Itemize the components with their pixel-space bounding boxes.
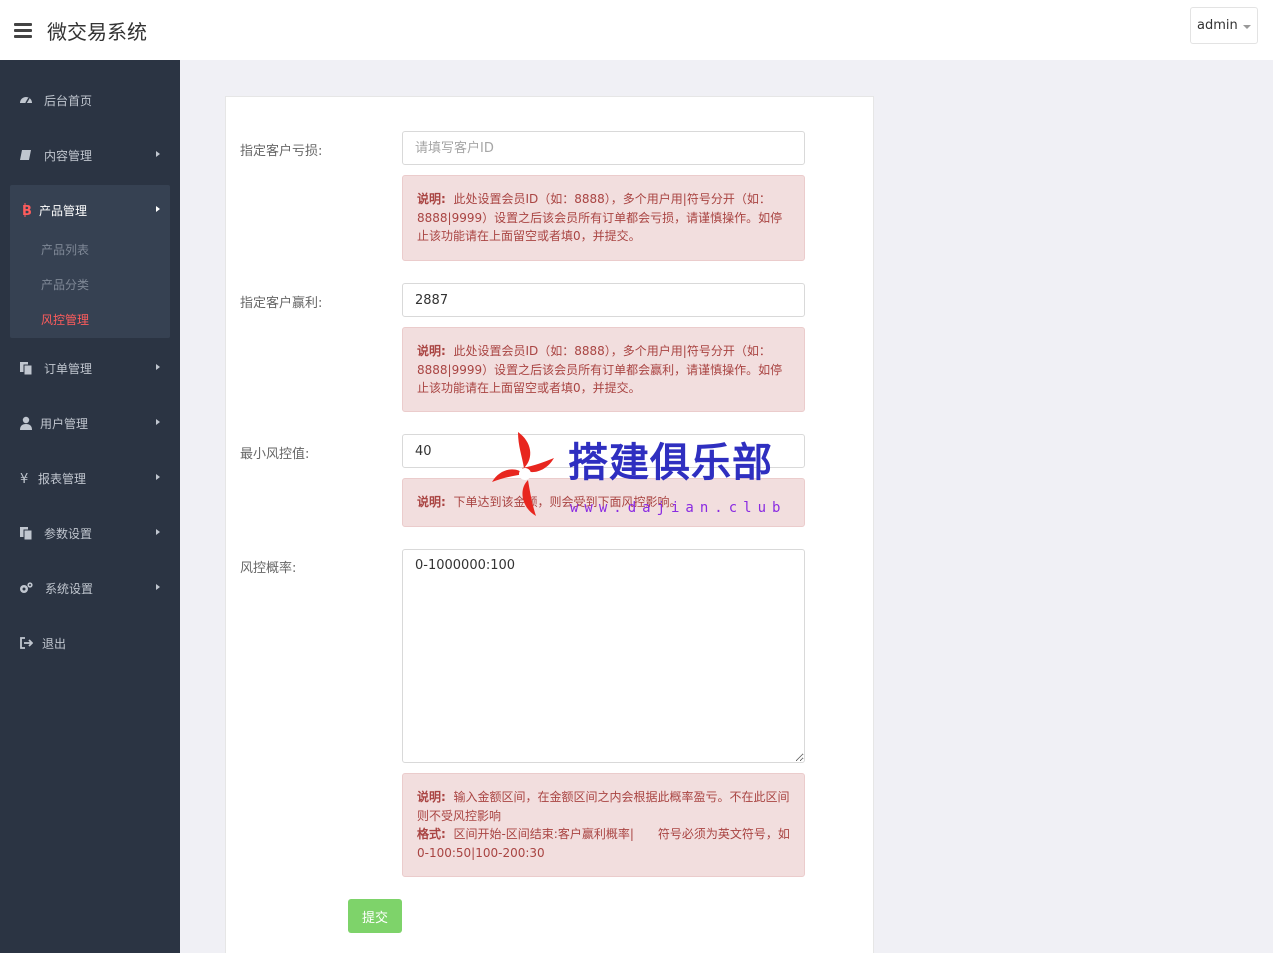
sidebar-item-users[interactable]: 用户管理 [0,403,180,443]
chevron-right-icon [156,206,160,212]
note-title: 说明: [417,790,446,804]
user-icon [20,416,32,430]
win-customer-label: 指定客户赢利: [240,296,323,311]
note-text: 下单达到该金额，则会受到下面风控影响。 [453,495,682,509]
sidebar-item-label: 退出 [42,637,67,651]
sidebar-item-label: 参数设置 [44,527,93,541]
chevron-right-icon [156,474,160,480]
loss-note-alert: 说明: 此处设置会员ID（如：8888），多个用户用|符号分开（如：8888|9… [402,175,805,261]
note-text: 此处设置会员ID（如：8888），多个用户用|符号分开（如：8888|9999）… [417,192,783,243]
sidebar-item-products[interactable]: B 产品管理 [10,190,170,230]
user-dropdown[interactable]: admin [1190,7,1258,44]
format-title: 格式: [417,827,446,841]
sidebar-group-products: B 产品管理 产品列表 产品分类 风控管理 [10,185,170,338]
min-risk-label: 最小风控值: [240,447,310,462]
dashboard-icon [20,97,32,104]
sidebar-item-label: 用户管理 [40,417,89,431]
book-icon [20,150,31,160]
app-title: 微交易系统 [47,20,147,44]
copy-icon [20,527,33,540]
chevron-right-icon [156,419,160,425]
top-header: 微交易系统 admin [0,0,1273,60]
win-note-alert: 说明: 此处设置会员ID（如：8888），多个用户用|符号分开（如：8888|9… [402,327,805,412]
win-customer-input[interactable] [402,283,805,317]
note-title: 说明: [417,344,446,358]
loss-customer-label: 指定客户亏损: [240,144,323,159]
note-title: 说明: [417,495,446,509]
caret-down-icon [1243,25,1251,29]
sidebar-item-reports[interactable]: ¥ 报表管理 [0,458,180,498]
sidebar-item-label: 后台首页 [44,94,93,108]
sidebar-item-system[interactable]: 系统设置 [0,568,180,608]
rate-note-alert: 说明: 输入金额区间，在金额区间之内会根据此概率盈亏。不在此区间则不受风控影响 … [402,773,805,877]
sidebar-item-content[interactable]: 内容管理 [0,135,180,175]
svg-text:B: B [22,204,32,217]
sign-out-icon [20,637,33,649]
sidebar-item-orders[interactable]: 订单管理 [0,348,180,388]
sidebar-item-dashboard[interactable]: 后台首页 [0,80,180,120]
sidebar-item-label: 报表管理 [38,472,87,486]
sidebar-item-logout[interactable]: 退出 [0,623,180,663]
submit-button[interactable]: 提交 [348,899,402,933]
bitcoin-icon: B [22,203,32,217]
chevron-right-icon [156,584,160,590]
note-title: 说明: [417,192,446,206]
sidebar-sub-risk-control[interactable]: 风控管理 [41,311,89,328]
sidebar-item-label: 产品管理 [39,204,88,218]
copy-icon [20,362,33,375]
menu-toggle-icon[interactable] [14,23,32,38]
sidebar-sub-product-category[interactable]: 产品分类 [41,276,89,293]
chevron-right-icon [156,364,160,370]
sidebar-item-label: 内容管理 [44,149,93,163]
min-note-alert: 说明: 下单达到该金额，则会受到下面风控影响。 [402,478,805,527]
note-text: 此处设置会员ID（如：8888），多个用户用|符号分开（如：8888|9999）… [417,344,783,395]
risk-rate-textarea[interactable]: 0-1000000:100 [402,549,805,763]
chevron-right-icon [156,529,160,535]
sidebar-item-params[interactable]: 参数设置 [0,513,180,553]
yen-icon: ¥ [20,472,28,485]
chevron-right-icon [156,151,160,157]
svg-text:¥: ¥ [20,472,28,485]
loss-customer-input[interactable] [402,131,805,165]
risk-rate-label: 风控概率: [240,561,297,576]
sidebar-item-label: 系统设置 [45,582,94,596]
user-name: admin [1197,18,1238,33]
min-risk-input[interactable] [402,434,805,468]
sidebar-sub-product-list[interactable]: 产品列表 [41,241,89,258]
format-text: 区间开始-区间结束:客户赢利概率| 符号必须为英文符号，如0-100:50|10… [417,827,790,860]
note-text: 输入金额区间，在金额区间之内会根据此概率盈亏。不在此区间则不受风控影响 [417,790,790,823]
gears-icon [20,582,33,593]
sidebar: 后台首页 内容管理 B 产品管理 产品列表 产品分类 风控管理 订单管理 用户管… [0,60,180,953]
sidebar-item-label: 订单管理 [44,362,93,376]
